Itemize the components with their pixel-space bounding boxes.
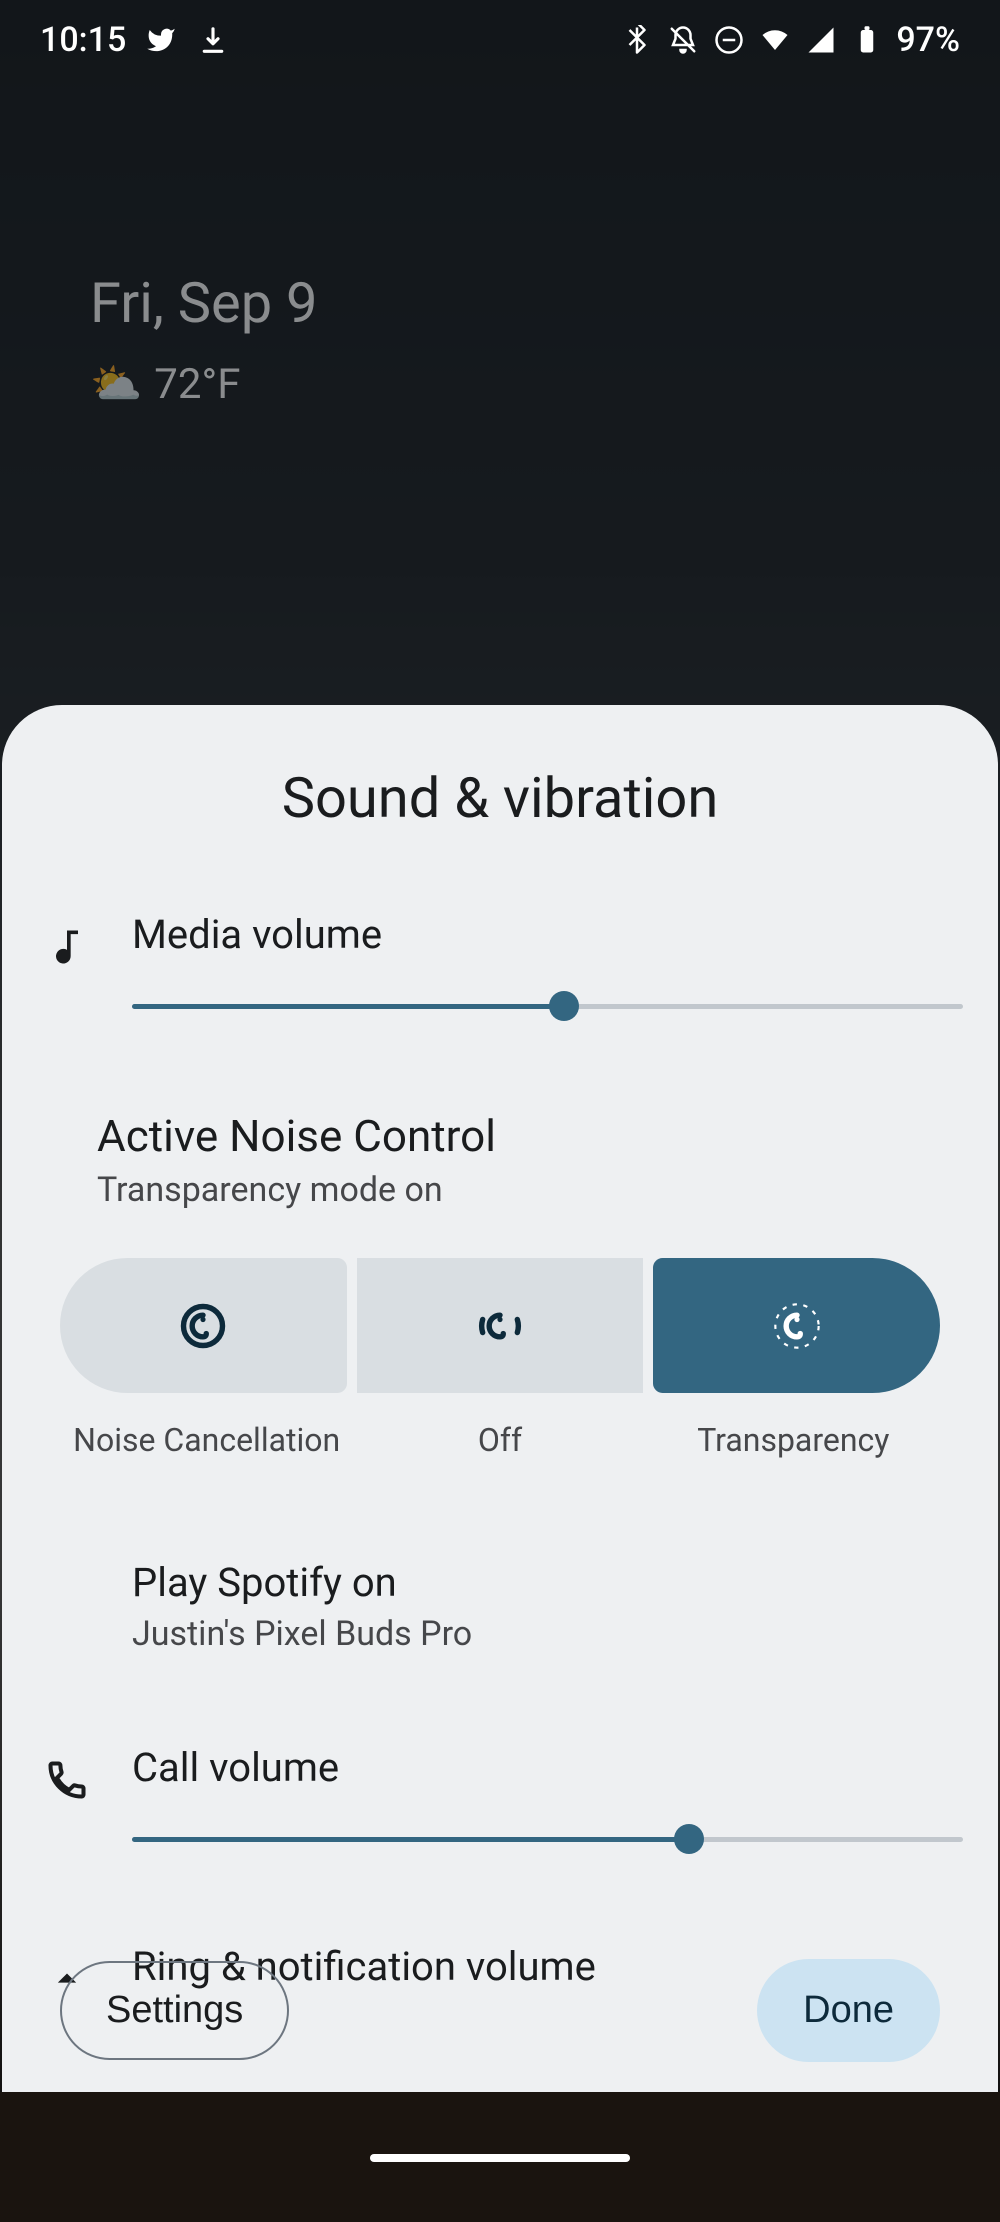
call-volume-slider[interactable] [132, 1815, 963, 1863]
dnd-icon [712, 23, 746, 57]
call-volume-label: Call volume [132, 1744, 963, 1791]
anc-subtitle: Transparency mode on [97, 1170, 903, 1210]
media-volume-slider[interactable] [132, 982, 963, 1030]
bluetooth-icon [620, 23, 654, 57]
status-time: 10:15 [40, 20, 126, 60]
twitter-icon [144, 23, 178, 57]
gesture-nav-handle[interactable] [370, 2154, 630, 2162]
media-output-icon [42, 1565, 92, 1625]
notifications-off-icon [666, 23, 700, 57]
sheet-title: Sound & vibration [2, 765, 998, 831]
phone-icon [42, 1750, 92, 1810]
signal-icon [804, 23, 838, 57]
settings-button[interactable]: Settings [60, 1961, 289, 2060]
battery-percent: 97% [896, 20, 960, 60]
home-date: Fri, Sep 9 [90, 270, 318, 336]
wifi-icon [758, 23, 792, 57]
media-output-row[interactable]: Play Spotify on Justin's Pixel Buds Pro [132, 1559, 963, 1654]
anc-segmented-control [2, 1210, 998, 1393]
music-note-icon [42, 917, 92, 977]
anc-option-transparency[interactable] [653, 1258, 940, 1393]
anc-title: Active Noise Control [97, 1110, 903, 1162]
download-icon [196, 23, 230, 57]
anc-label-nc: Noise Cancellation [60, 1421, 353, 1459]
home-temperature: 72°F [154, 360, 240, 409]
battery-icon [850, 23, 884, 57]
play-on-device: Justin's Pixel Buds Pro [132, 1614, 963, 1654]
home-date-weather-widget[interactable]: Fri, Sep 9 ⛅ 72°F [90, 270, 318, 409]
media-volume-label: Media volume [132, 911, 963, 958]
anc-option-noise-cancellation[interactable] [60, 1258, 347, 1393]
done-button[interactable]: Done [757, 1959, 940, 2062]
anc-label-transparency: Transparency [647, 1421, 940, 1459]
sound-vibration-sheet: Sound & vibration Media volume Active No… [2, 705, 998, 2222]
anc-option-off[interactable] [357, 1258, 644, 1393]
weather-partly-cloudy-icon: ⛅ [90, 360, 142, 409]
anc-label-off: Off [353, 1421, 646, 1459]
play-on-label: Play Spotify on [132, 1559, 963, 1606]
status-bar: 10:15 97% [0, 0, 1000, 80]
